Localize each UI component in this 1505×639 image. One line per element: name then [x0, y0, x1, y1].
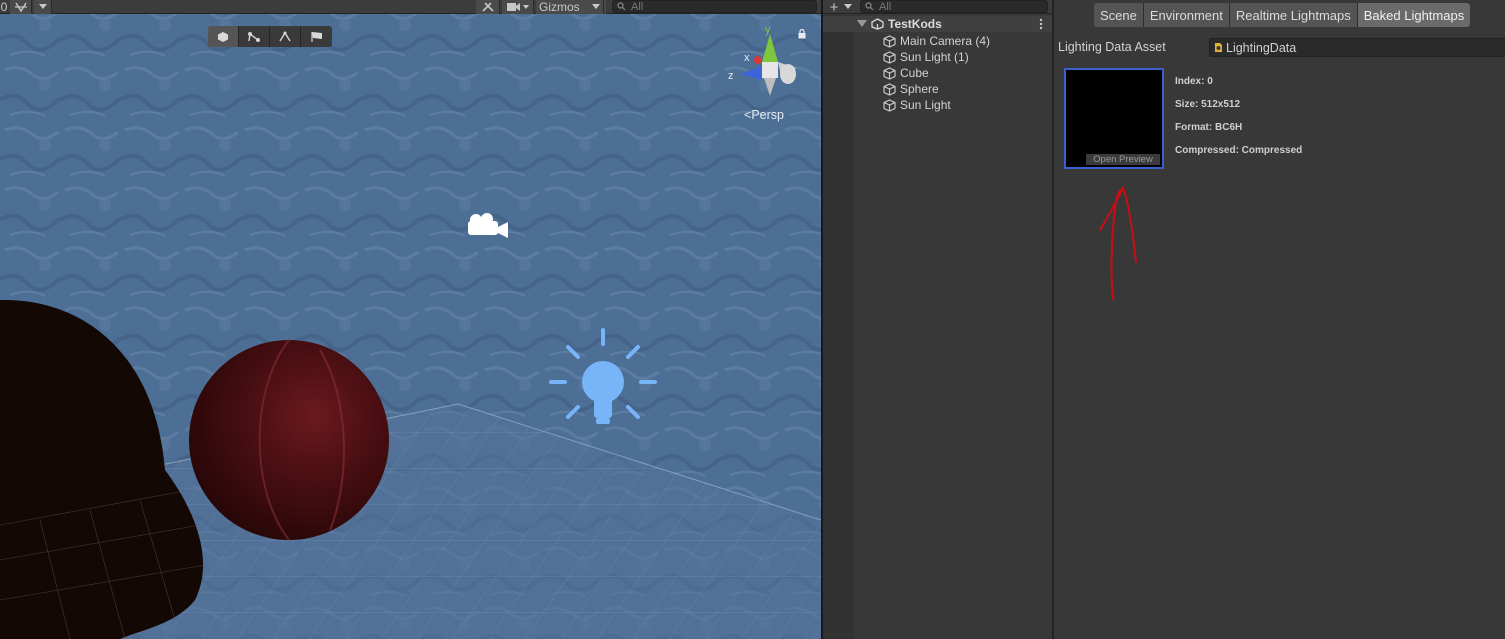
projection-label: Persp — [751, 108, 784, 122]
projection-toggle[interactable]: <Persp — [744, 108, 784, 122]
scene-view[interactable]: y x z 0 Gizmos All <Persp — [0, 0, 821, 639]
hierarchy-item-main-camera[interactable]: Main Camera (4) — [823, 33, 990, 49]
lightmap-compressed: Compressed: Compressed — [1175, 145, 1303, 156]
lighting-data-asset-field[interactable]: LightingData — [1209, 38, 1505, 57]
lighting-panel: Scene Environment Realtime Lightmaps Bak… — [1054, 0, 1505, 639]
gameobject-cube-icon — [883, 98, 896, 112]
scene-tool-pills — [208, 26, 332, 47]
layers-dropdown-icon[interactable] — [34, 0, 52, 14]
scene-search-placeholder: All — [631, 0, 644, 13]
toolbar-value: 0 — [0, 0, 8, 14]
lightmap-size: Size: 512x512 — [1175, 99, 1241, 110]
camera-settings-icon[interactable] — [502, 0, 534, 14]
hierarchy-search-placeholder: All — [879, 0, 892, 13]
hierarchy-item-label: Cube — [900, 66, 929, 80]
gizmo-x-label: x — [744, 52, 750, 64]
more-options-icon[interactable] — [1039, 18, 1043, 30]
sphere-object[interactable] — [189, 339, 389, 541]
lightmap-index: Index: 0 — [1175, 76, 1213, 87]
flag-icon[interactable] — [301, 26, 332, 47]
tools-icon[interactable] — [476, 0, 500, 14]
scene-search-input[interactable]: All — [612, 0, 817, 13]
gizmo-z-label: z — [728, 70, 734, 82]
tab-realtime-lightmaps[interactable]: Realtime Lightmaps — [1229, 3, 1358, 27]
hierarchy-item-sun-light-1[interactable]: Sun Light (1) — [823, 49, 969, 65]
hierarchy-item-sphere[interactable]: Sphere — [823, 81, 939, 97]
search-icon — [865, 2, 874, 11]
gameobject-cube-icon — [883, 34, 896, 48]
hierarchy-item-label: Main Camera (4) — [900, 34, 991, 48]
lighting-tabs: Scene Environment Realtime Lightmaps Bak… — [1094, 3, 1471, 27]
tab-scene[interactable]: Scene — [1094, 3, 1144, 27]
gizmos-label: Gizmos — [539, 0, 580, 14]
layers-icon[interactable] — [10, 0, 32, 14]
lightmap-preview-thumbnail[interactable]: Open Preview — [1064, 68, 1164, 169]
gameobject-cube-icon — [883, 50, 896, 64]
search-icon — [617, 2, 626, 11]
hierarchy-toolbar: + All — [823, 0, 1052, 16]
hierarchy-item-label: Sun Light — [900, 98, 951, 112]
gizmo-y-label: y — [765, 24, 771, 36]
hierarchy-panel: + All TestKods Main Camera (4) Sun Light… — [823, 0, 1052, 639]
lock-icon[interactable] — [798, 28, 806, 42]
tab-baked-lightmaps[interactable]: Baked Lightmaps — [1357, 3, 1471, 27]
unity-scene-icon — [871, 18, 884, 30]
lighting-data-asset-value: LightingData — [1226, 40, 1297, 55]
scene-viewport[interactable]: y x z — [0, 0, 821, 639]
hierarchy-item-label: Sun Light (1) — [900, 50, 969, 64]
lightmap-format: Format: BC6H — [1175, 122, 1243, 133]
path-icon[interactable] — [270, 26, 301, 47]
expand-arrow-icon[interactable] — [857, 20, 867, 28]
add-dropdown-icon[interactable] — [843, 0, 853, 14]
tab-environment[interactable]: Environment — [1143, 3, 1230, 27]
lighting-data-asset-icon — [1215, 43, 1222, 52]
hierarchy-item-label: Sphere — [900, 82, 939, 96]
add-icon[interactable]: + — [827, 0, 841, 16]
hierarchy-item-cube[interactable]: Cube — [823, 65, 929, 81]
hierarchy-item-sun-light[interactable]: Sun Light — [823, 97, 951, 113]
open-preview-button[interactable]: Open Preview — [1086, 154, 1160, 165]
lighting-data-asset-label: Lighting Data Asset — [1058, 40, 1166, 54]
bone-icon[interactable] — [239, 26, 270, 47]
hierarchy-search-input[interactable]: All — [860, 0, 1048, 13]
scene-header-row[interactable]: TestKods — [823, 16, 1052, 32]
cube-view-icon[interactable] — [208, 26, 239, 47]
gizmos-dropdown-icon[interactable] — [588, 0, 604, 14]
scene-name: TestKods — [888, 17, 942, 31]
scene-toolbar: 0 Gizmos All — [0, 0, 821, 14]
gameobject-cube-icon — [883, 82, 896, 96]
gameobject-cube-icon — [883, 66, 896, 80]
